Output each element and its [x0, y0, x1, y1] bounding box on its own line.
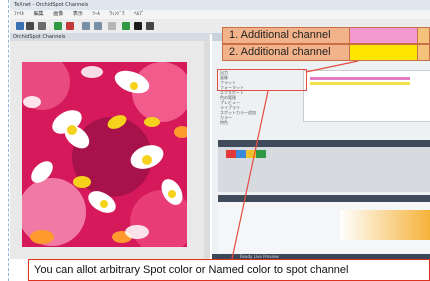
caption-text: You can allot arbitrary Spot color or Na… — [28, 259, 430, 281]
callout-leader-line — [231, 60, 359, 260]
